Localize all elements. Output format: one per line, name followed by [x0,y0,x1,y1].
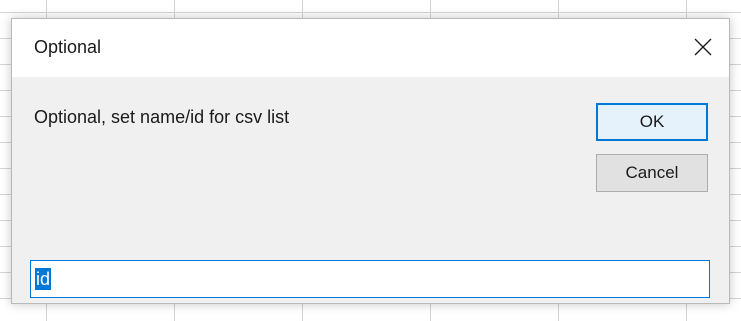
input-selected-text: id [35,268,52,290]
close-icon [694,38,712,56]
cancel-button[interactable]: Cancel [596,154,708,192]
input-dialog: Optional Optional, set name/id for csv l… [11,18,730,304]
close-button[interactable] [677,19,729,75]
dialog-title: Optional [34,37,102,57]
name-input[interactable]: id [30,260,710,298]
dialog-prompt: Optional, set name/id for csv list [34,107,290,127]
ok-button[interactable]: OK [596,103,708,141]
dialog-titlebar[interactable]: Optional [12,19,729,77]
